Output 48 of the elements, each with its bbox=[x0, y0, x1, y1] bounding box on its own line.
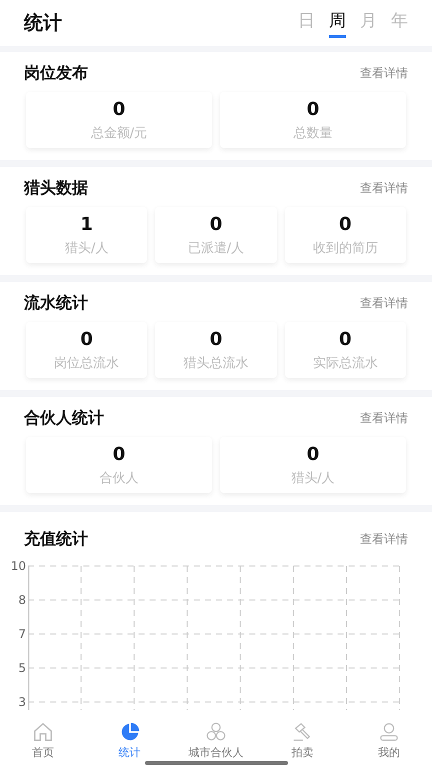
axis-label: 7 bbox=[17, 628, 26, 643]
section-title: 合伙人统计 bbox=[24, 408, 104, 428]
stat-value: 0 bbox=[210, 214, 222, 234]
section-title: 流水统计 bbox=[24, 292, 88, 314]
view-details-link[interactable]: 查看详情 bbox=[360, 530, 408, 548]
page-title: 统计 bbox=[24, 11, 62, 36]
view-details-link[interactable]: 查看详情 bbox=[360, 294, 408, 312]
house-icon bbox=[32, 720, 54, 742]
stat-value: 0 bbox=[339, 214, 352, 234]
stat-label: 已派遣/人 bbox=[188, 240, 244, 256]
person-icon bbox=[378, 720, 400, 742]
stat-label: 猎头/人 bbox=[291, 470, 335, 486]
view-details-link[interactable]: 查看详情 bbox=[360, 410, 408, 426]
stat-value: 0 bbox=[306, 98, 320, 120]
stat-value: 0 bbox=[80, 328, 93, 350]
stat-label: 实际总流水 bbox=[312, 354, 378, 372]
stat-value: 0 bbox=[306, 444, 320, 464]
stat-label: 岗位总流水 bbox=[54, 354, 120, 372]
stat-label: 收到的简历 bbox=[312, 240, 378, 256]
stat-label: 猎头总流水 bbox=[183, 354, 248, 372]
axis-label: 10 bbox=[10, 560, 26, 575]
tab-bar-item[interactable]: 拍卖 bbox=[259, 712, 346, 768]
stat-value: 0 bbox=[112, 444, 126, 464]
period-tab[interactable]: 月 bbox=[360, 8, 377, 38]
tab-bar-item[interactable]: 首页 bbox=[0, 712, 86, 768]
stat-label: 合伙人 bbox=[100, 470, 138, 486]
stat-label: 猎头/人 bbox=[64, 240, 108, 256]
stat-value: 0 bbox=[339, 328, 352, 350]
period-tab[interactable]: 年 bbox=[391, 8, 408, 38]
circles-icon bbox=[205, 720, 228, 742]
view-details-link[interactable]: 查看详情 bbox=[360, 180, 408, 196]
axis-label: 8 bbox=[17, 594, 26, 609]
stat-value: 0 bbox=[210, 328, 222, 350]
section-title: 岗位发布 bbox=[24, 62, 88, 84]
section-title: 充值统计 bbox=[24, 528, 88, 550]
period-tab[interactable]: 周 bbox=[329, 8, 346, 38]
section-title: 猎头数据 bbox=[24, 178, 88, 198]
stat-value: 0 bbox=[112, 98, 126, 120]
tab-bar-item[interactable]: 统计 bbox=[86, 712, 173, 768]
stat-label: 总数量 bbox=[294, 124, 332, 142]
tab-bar-item[interactable]: 我的 bbox=[346, 712, 432, 768]
view-details-link[interactable]: 查看详情 bbox=[360, 64, 408, 82]
stat-value: 1 bbox=[80, 214, 93, 234]
stat-label: 总金额/元 bbox=[90, 124, 148, 142]
period-tab[interactable]: 日 bbox=[298, 8, 315, 38]
axis-label: 3 bbox=[17, 696, 26, 711]
tab-bar-item[interactable]: 城市合伙人 bbox=[172, 712, 260, 768]
axis-label: 5 bbox=[17, 662, 26, 677]
